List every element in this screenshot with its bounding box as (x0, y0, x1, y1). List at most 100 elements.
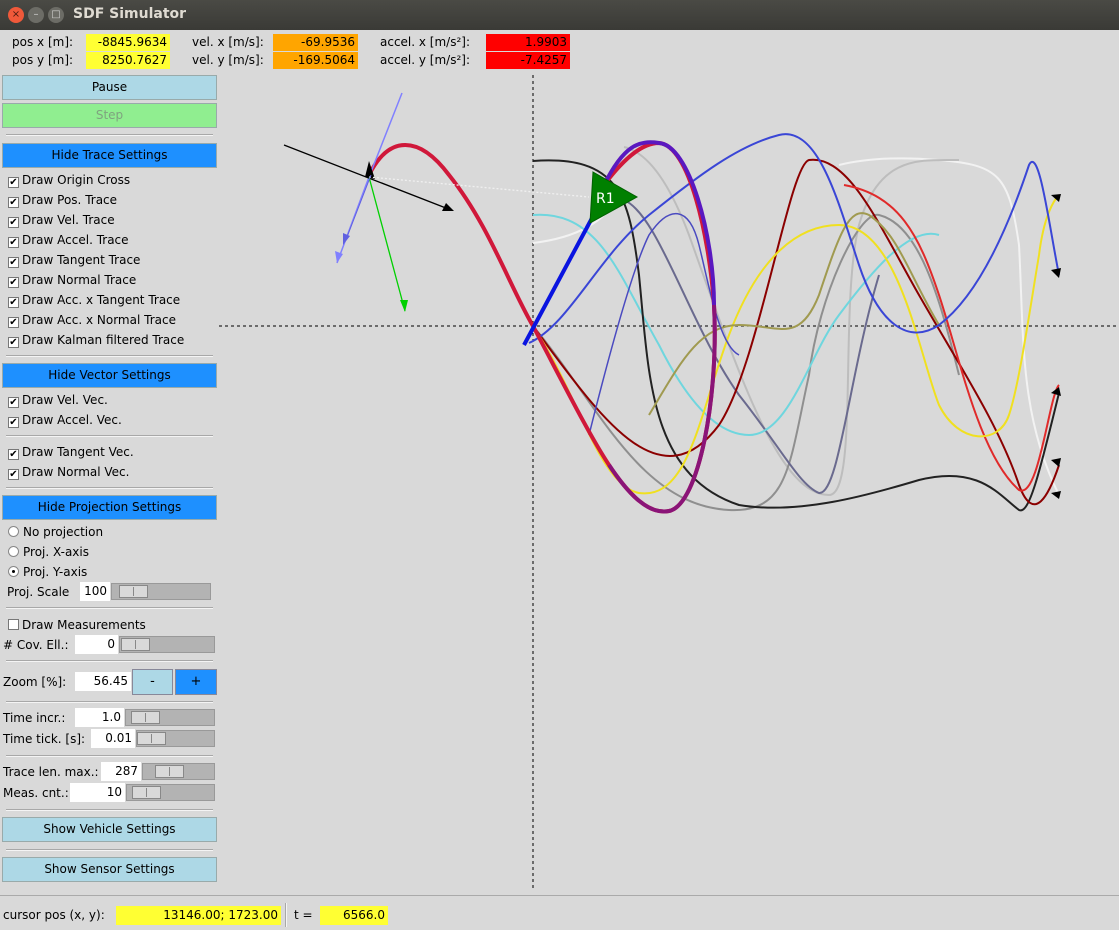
check-icon: ✔ (8, 337, 19, 348)
velocity-trace (522, 204, 601, 346)
check-icon: ✔ (8, 237, 19, 248)
trace-end-arrow-icon (1051, 194, 1061, 202)
zoom-input[interactable]: 56.45 (75, 672, 131, 691)
time-incr-label: Time incr.: (3, 711, 66, 725)
check-icon: ✔ (8, 317, 19, 328)
accel-y-label: accel. y [m/s²]: (380, 53, 471, 67)
step-button[interactable]: Step (2, 103, 217, 128)
sensor-link (368, 176, 590, 198)
close-icon[interactable]: × (8, 7, 24, 23)
slider-handle[interactable] (155, 765, 184, 778)
radio-icon (8, 546, 19, 557)
checkbox-normal-trace[interactable]: ✔ Draw Normal Trace (8, 273, 136, 289)
time-incr-slider[interactable] (125, 709, 215, 726)
radio-proj-x-axis[interactable]: Proj. X-axis (8, 545, 89, 561)
maximize-icon[interactable]: □ (48, 7, 64, 23)
cursor-pos-label: cursor pos (x, y): (3, 908, 105, 922)
proj-scale-slider[interactable] (111, 583, 211, 600)
check-icon: ✔ (8, 217, 19, 228)
window-title: SDF Simulator (73, 6, 187, 22)
check-icon: ✔ (8, 277, 19, 288)
velocity-vector-tail (336, 176, 370, 264)
checkbox-vel-vec[interactable]: ✔ Draw Vel. Vec. (8, 393, 108, 409)
radio-proj-y-axis[interactable]: Proj. Y-axis (8, 565, 87, 581)
vel-x-label: vel. x [m/s]: (192, 35, 264, 49)
check-icon: ✔ (8, 297, 19, 308)
vel-y-label: vel. y [m/s]: (192, 53, 264, 67)
time-tick-slider[interactable] (136, 730, 215, 747)
zoom-in-button[interactable]: + (175, 669, 217, 695)
time-tick-input[interactable]: 0.01 (91, 729, 135, 748)
slider-handle[interactable] (119, 585, 148, 598)
time-incr-input[interactable]: 1.0 (75, 708, 124, 727)
cov-ell-input[interactable]: 0 (75, 635, 118, 654)
divider (285, 903, 287, 927)
divider (6, 134, 213, 136)
checkbox-accel-vec[interactable]: ✔ Draw Accel. Vec. (8, 413, 122, 429)
checkbox-tangent-trace[interactable]: ✔ Draw Tangent Trace (8, 253, 140, 269)
checkbox-origin-cross[interactable]: ✔ Draw Origin Cross (8, 173, 130, 189)
toggle-trace-settings-button[interactable]: Hide Trace Settings (2, 143, 217, 168)
checkbox-pos-trace[interactable]: ✔ Draw Pos. Trace (8, 193, 117, 209)
checkbox-accel-trace[interactable]: ✔ Draw Accel. Trace (8, 233, 129, 249)
accel-y-value: -7.4257 (486, 52, 570, 69)
simulation-canvas[interactable]: R1 (219, 75, 1119, 888)
divider (6, 660, 213, 662)
meas-cnt-input[interactable]: 10 (70, 783, 125, 802)
black-trace (532, 159, 1060, 512)
check-icon: ✔ (8, 177, 19, 188)
divider (6, 849, 213, 851)
slider-handle[interactable] (131, 711, 160, 724)
time-tick-label: Time tick. [s]: (3, 732, 86, 746)
proj-scale-label: Proj. Scale (7, 585, 70, 599)
checkbox-normal-vec[interactable]: ✔ Draw Normal Vec. (8, 465, 129, 481)
show-vehicle-settings-button[interactable]: Show Vehicle Settings (2, 817, 217, 842)
toggle-vector-settings-button[interactable]: Hide Vector Settings (2, 363, 217, 388)
cov-ell-slider[interactable] (119, 636, 215, 653)
divider (6, 701, 213, 703)
vel-x-value: -69.9536 (273, 34, 358, 51)
accel-vector (346, 174, 372, 238)
trace-end-arrow-icon (1051, 268, 1061, 278)
check-icon: ✔ (8, 197, 19, 208)
vehicle-r1-label: R1 (596, 191, 615, 207)
pos-y-label: pos y [m]: (12, 53, 74, 67)
accel-x-value: 1.9903 (486, 34, 570, 51)
toggle-projection-settings-button[interactable]: Hide Projection Settings (2, 495, 217, 520)
cov-ell-label: # Cov. Ell.: (3, 638, 69, 652)
accel-x-label: accel. x [m/s²]: (380, 35, 471, 49)
slider-handle[interactable] (121, 638, 150, 651)
time-value: 6566.0 (320, 906, 388, 925)
slider-handle[interactable] (132, 786, 161, 799)
checkbox-vel-trace[interactable]: ✔ Draw Vel. Trace (8, 213, 115, 229)
checkbox-kalman-trace[interactable]: ✔ Draw Kalman filtered Trace (8, 333, 184, 349)
radio-selected-icon (8, 566, 19, 577)
divider (6, 355, 213, 357)
proj-scale-input[interactable]: 100 (80, 582, 110, 601)
show-sensor-settings-button[interactable]: Show Sensor Settings (2, 857, 217, 882)
meas-cnt-slider[interactable] (126, 784, 215, 801)
zoom-out-button[interactable]: - (132, 669, 173, 695)
trace-len-slider[interactable] (142, 763, 215, 780)
checkbox-tangent-vec[interactable]: ✔ Draw Tangent Vec. (8, 445, 134, 461)
pos-x-label: pos x [m]: (12, 35, 74, 49)
trace-len-label: Trace len. max.: (3, 765, 99, 779)
pause-button[interactable]: Pause (2, 75, 217, 100)
zoom-label: Zoom [%]: (3, 675, 67, 689)
minimize-icon[interactable]: – (28, 7, 44, 23)
radio-no-projection[interactable]: No projection (8, 525, 103, 541)
title-bar: × – □ SDF Simulator (0, 0, 1119, 30)
divider (6, 435, 213, 437)
trace-len-input[interactable]: 287 (101, 762, 141, 781)
pos-y-value: 8250.7627 (86, 52, 170, 69)
yellow-trace (532, 194, 1060, 495)
checkbox-acc-tangent-trace[interactable]: ✔ Draw Acc. x Tangent Trace (8, 293, 180, 309)
trace-end-arrow-icon (1051, 491, 1061, 499)
velocity-arrow-icon (335, 251, 343, 263)
pos-x-value: -8845.9634 (86, 34, 170, 51)
checkbox-draw-measurements[interactable]: Draw Measurements (8, 618, 146, 634)
check-icon: ✔ (8, 417, 19, 428)
slider-handle[interactable] (137, 732, 166, 745)
cursor-pos-value: 13146.00; 1723.00 (116, 906, 281, 925)
checkbox-acc-normal-trace[interactable]: ✔ Draw Acc. x Normal Trace (8, 313, 176, 329)
